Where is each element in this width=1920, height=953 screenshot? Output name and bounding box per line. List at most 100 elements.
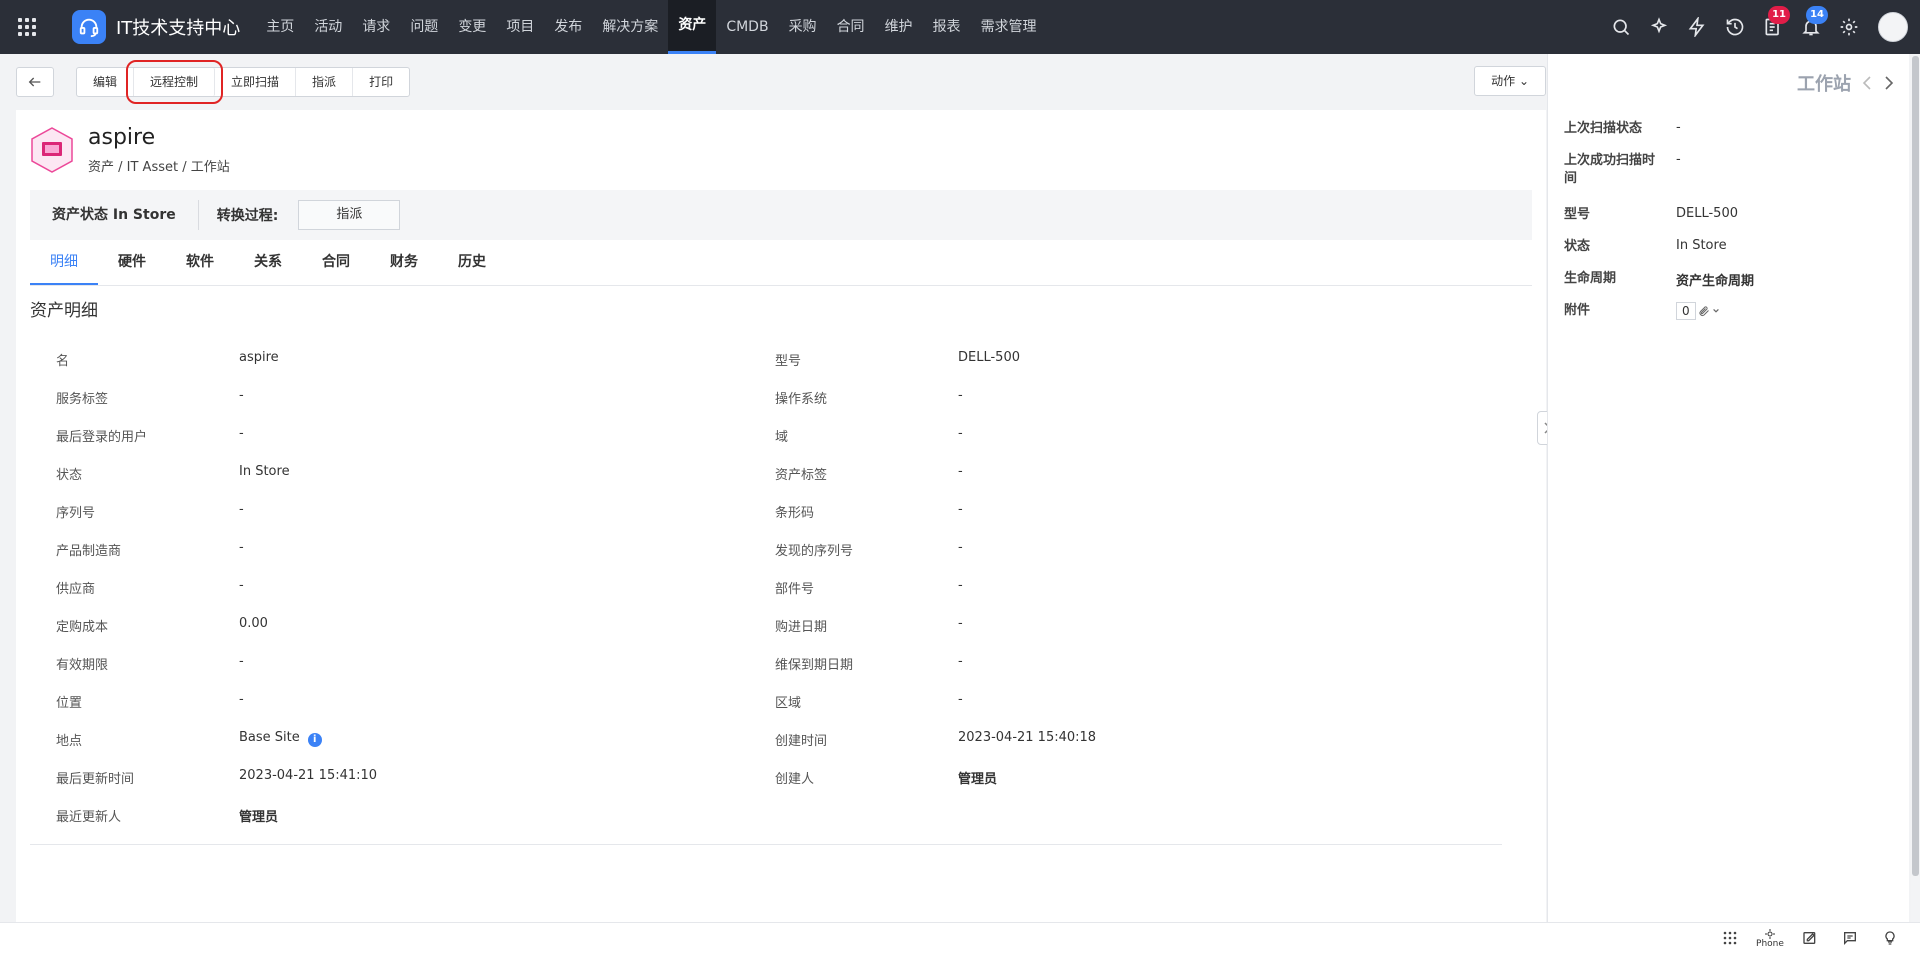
tab-finance[interactable]: 财务 — [370, 240, 438, 285]
info-icon[interactable]: i — [307, 733, 322, 747]
field-value: aspire — [239, 350, 279, 365]
nav-solutions[interactable]: 解决方案 — [592, 0, 668, 54]
lifecycle-link[interactable]: 资产生命周期 — [1676, 270, 1754, 289]
arrow-left-icon — [28, 77, 41, 87]
field-value: Base Site i — [239, 730, 322, 747]
transition-label: 转换过程: — [216, 208, 279, 224]
field-label: 有效期限 — [56, 658, 109, 673]
field-label: 域 — [775, 430, 789, 445]
field-label: 操作系统 — [775, 392, 828, 407]
print-button[interactable]: 打印 — [353, 68, 409, 96]
site-value[interactable]: Base Site — [239, 730, 300, 745]
nav-assets[interactable]: 资产 — [668, 0, 717, 54]
scrollbar-thumb[interactable] — [1912, 56, 1919, 876]
detail-row: 最近更新人 管理员 — [56, 806, 1526, 844]
field-value[interactable]: 管理员 — [239, 806, 278, 825]
field-label: 产品制造商 — [56, 544, 122, 559]
nav-reports[interactable]: 报表 — [923, 0, 971, 54]
nav-contracts[interactable]: 合同 — [827, 0, 875, 54]
note-edit-icon[interactable] — [1790, 923, 1830, 953]
app-launcher-button[interactable] — [0, 0, 54, 54]
detail-row: 服务标签 - 操作系统 - — [56, 388, 1526, 426]
field-value: - — [239, 578, 244, 593]
detail-row: 名 aspire 型号 DELL-500 — [56, 350, 1526, 388]
field-value: - — [958, 426, 963, 441]
transition-assign-button[interactable]: 指派 — [298, 200, 401, 230]
edit-button[interactable]: 编辑 — [77, 68, 135, 96]
phone-label: Phone — [1756, 938, 1784, 949]
gear-icon[interactable] — [1830, 0, 1868, 54]
asset-header: aspire 资产 / IT Asset / 工作站 — [30, 126, 230, 175]
field-value: - — [958, 692, 963, 707]
remote-control-button[interactable]: 远程控制 — [126, 60, 224, 104]
section-title: 资产明细 — [30, 301, 98, 321]
field-value[interactable]: 管理员 — [958, 768, 997, 787]
chevron-left-icon[interactable] — [1861, 75, 1873, 91]
chevron-right-icon[interactable] — [1883, 75, 1895, 91]
bell-icon[interactable]: 14 — [1792, 0, 1830, 54]
nav-changes[interactable]: 变更 — [448, 0, 496, 54]
back-button[interactable] — [16, 67, 54, 97]
top-nav-bar: IT技术支持中心 主页 活动 请求 问题 变更 项目 发布 解决方案 资产 CM… — [0, 0, 1920, 54]
attachment-control[interactable]: 0 — [1676, 302, 1720, 320]
lightbulb-icon[interactable] — [1870, 923, 1910, 953]
headset-logo-icon[interactable] — [72, 10, 106, 44]
field-label: 序列号 — [56, 506, 96, 521]
avatar[interactable] — [1878, 12, 1908, 42]
tab-details[interactable]: 明细 — [30, 240, 98, 285]
tab-history[interactable]: 历史 — [438, 240, 506, 285]
detail-row: 定购成本 0.00 购进日期 - — [56, 616, 1526, 654]
actions-dropdown[interactable]: 动作 ⌄ — [1474, 66, 1546, 96]
nav-purchase[interactable]: 采购 — [779, 0, 827, 54]
nav-maintenance[interactable]: 维护 — [875, 0, 923, 54]
history-icon[interactable] — [1716, 0, 1754, 54]
panel-label: 附件 — [1564, 303, 1591, 318]
field-value: - — [958, 654, 963, 669]
tab-contracts[interactable]: 合同 — [302, 240, 370, 285]
field-label: 条形码 — [775, 506, 815, 521]
nav-releases[interactable]: 发布 — [544, 0, 592, 54]
field-value: 0.00 — [239, 616, 268, 631]
nav-problems[interactable]: 问题 — [400, 0, 448, 54]
detail-row: 序列号 - 条形码 - — [56, 502, 1526, 540]
nav-demand[interactable]: 需求管理 — [971, 0, 1047, 54]
panel-title: 工作站 — [1797, 74, 1851, 95]
panel-value: - — [1676, 120, 1681, 135]
nav-requests[interactable]: 请求 — [352, 0, 400, 54]
attachment-count: 0 — [1676, 302, 1696, 320]
field-label: 位置 — [56, 696, 83, 711]
status-bar: 资产状态 In Store 转换过程: 指派 — [30, 190, 1532, 240]
tab-software[interactable]: 软件 — [166, 240, 234, 285]
scan-now-button[interactable]: 立即扫描 — [215, 68, 297, 96]
notifications-badge: 14 — [1806, 6, 1828, 24]
panel-value: DELL-500 — [1676, 206, 1738, 221]
tab-relations[interactable]: 关系 — [234, 240, 302, 285]
field-label: 型号 — [775, 354, 802, 369]
panel-label: 状态 — [1564, 239, 1591, 254]
chat-icon[interactable] — [1830, 923, 1870, 953]
app-title[interactable]: IT技术支持中心 — [116, 14, 240, 40]
breadcrumb[interactable]: 资产 / IT Asset / 工作站 — [88, 156, 230, 175]
search-icon[interactable] — [1602, 0, 1640, 54]
assign-button[interactable]: 指派 — [296, 68, 354, 96]
detail-row: 产品制造商 - 发现的序列号 - — [56, 540, 1526, 578]
phone-button[interactable]: Phone — [1750, 923, 1790, 953]
field-label: 定购成本 — [56, 620, 109, 635]
nav-home[interactable]: 主页 — [256, 0, 304, 54]
paperclip-icon — [1699, 306, 1709, 316]
dialpad-icon[interactable] — [1710, 923, 1750, 953]
tab-hardware[interactable]: 硬件 — [98, 240, 166, 285]
asset-detail-card: aspire 资产 / IT Asset / 工作站 资产状态 In Store… — [16, 110, 1546, 922]
nav-cmdb[interactable]: CMDB — [716, 0, 778, 54]
asset-name: aspire — [88, 125, 156, 150]
tasks-icon[interactable]: 11 — [1754, 0, 1792, 54]
field-value: - — [958, 464, 963, 479]
detail-row: 供应商 - 部件号 - — [56, 578, 1526, 616]
panel-header: 工作站 — [1797, 70, 1895, 96]
nav-activities[interactable]: 活动 — [304, 0, 352, 54]
nav-projects[interactable]: 项目 — [496, 0, 544, 54]
field-value: - — [239, 388, 244, 403]
field-label: 创建时间 — [775, 734, 828, 749]
lightning-icon[interactable] — [1678, 0, 1716, 54]
sparkle-icon[interactable] — [1640, 0, 1678, 54]
